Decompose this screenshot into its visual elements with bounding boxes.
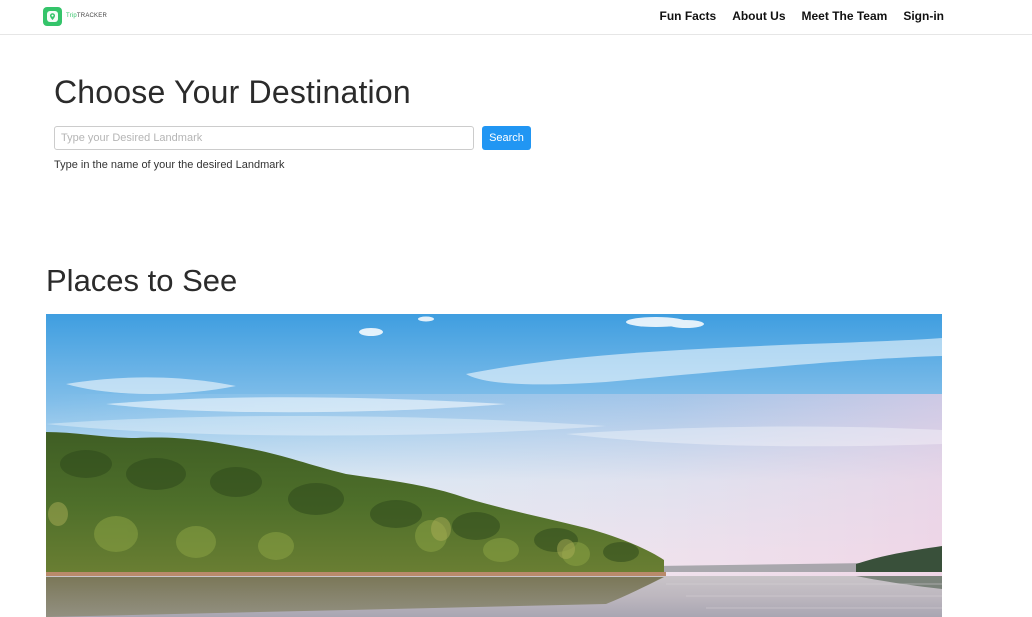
nav-sign-in[interactable]: Sign-in: [903, 9, 944, 23]
nav-menu: Fun Facts About Us Meet The Team Sign-in: [660, 9, 944, 23]
lake-landscape-image: [46, 314, 942, 617]
page-title: Choose Your Destination: [54, 74, 411, 110]
brand-name-tracker: TRACKER: [76, 13, 107, 19]
nav-about-us[interactable]: About Us: [732, 9, 785, 23]
search-button[interactable]: Search: [482, 126, 531, 150]
brand-name-trip: Trip: [66, 13, 77, 19]
brand-name: TripTRACKER: [66, 13, 107, 19]
nav-fun-facts[interactable]: Fun Facts: [660, 9, 717, 23]
nav-meet-the-team[interactable]: Meet The Team: [802, 9, 888, 23]
places-section-title: Places to See: [46, 263, 238, 298]
landmark-search-input[interactable]: [54, 126, 474, 150]
map-pin-logo-icon: [43, 6, 62, 26]
navbar: TripTRACKER Fun Facts About Us Meet The …: [0, 0, 1032, 35]
brand-logo-link[interactable]: TripTRACKER: [43, 6, 107, 26]
search-help-text: Type in the name of your the desired Lan…: [54, 159, 285, 171]
